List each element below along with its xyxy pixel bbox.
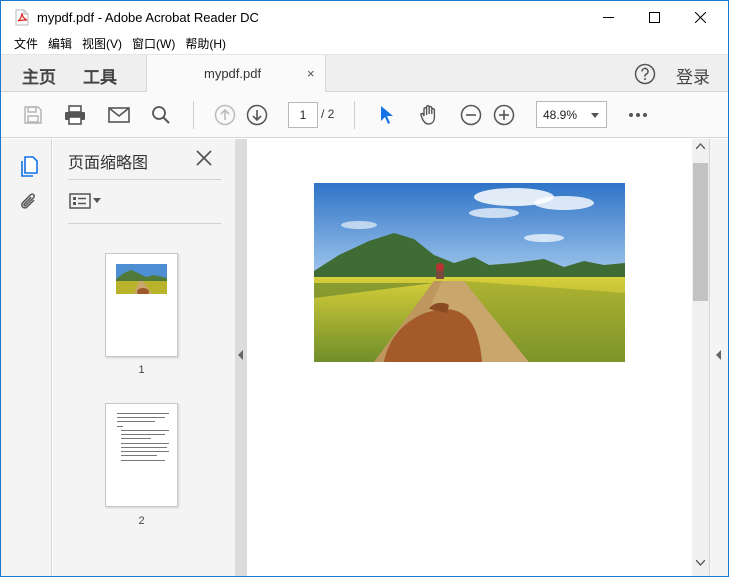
close-panel-icon[interactable] <box>195 149 213 167</box>
search-icon <box>152 106 170 124</box>
vertical-scrollbar[interactable] <box>692 139 709 576</box>
right-pane-toggle[interactable] <box>709 139 728 576</box>
close-tab-button[interactable]: × <box>307 66 315 81</box>
zoom-in-button[interactable] <box>492 103 516 127</box>
text-line <box>121 455 157 456</box>
navigation-rail <box>1 139 52 576</box>
minimize-icon <box>602 17 614 18</box>
select-icon <box>381 106 393 124</box>
toolbar-separator <box>354 101 355 129</box>
chevron-down-icon <box>591 113 599 118</box>
options-list-icon <box>69 193 91 209</box>
paperclip-icon <box>21 193 35 209</box>
zoom-select[interactable]: 48.9% <box>536 101 607 128</box>
page-thumbnails-button[interactable] <box>17 154 41 180</box>
expand-arrow-icon[interactable] <box>716 350 721 360</box>
menu-help[interactable]: 帮助(H) <box>180 34 231 54</box>
previous-page-button[interactable] <box>213 103 237 127</box>
toolbar: 1 / 2 48.9% <box>1 92 728 138</box>
maximize-button[interactable] <box>631 1 677 34</box>
text-line <box>121 438 151 439</box>
print-button[interactable] <box>63 103 87 127</box>
search-button[interactable] <box>149 103 173 127</box>
document-view[interactable] <box>247 139 692 576</box>
thumbnail-label: 1 <box>138 364 145 376</box>
panel-divider <box>68 179 221 180</box>
title-bar: mypdf.pdf - Adobe Acrobat Reader DC <box>1 1 728 34</box>
more-icon <box>629 113 647 117</box>
toolbar-separator <box>193 101 194 129</box>
menu-view[interactable]: 视图(V) <box>77 34 127 54</box>
scroll-up-icon[interactable] <box>696 143 705 149</box>
page-thumbnail-2[interactable] <box>105 403 178 507</box>
print-icon <box>65 105 85 125</box>
hand-tool-button[interactable] <box>417 103 441 127</box>
panel-splitter[interactable] <box>235 139 247 576</box>
login-link[interactable]: 登录 <box>676 63 710 88</box>
document-tab-label: mypdf.pdf <box>204 66 262 81</box>
panel-divider <box>68 223 221 224</box>
hand-icon <box>420 105 436 125</box>
more-tools-button[interactable] <box>626 103 650 127</box>
tab-bar: 主页 工具 mypdf.pdf × 登录 <box>1 55 728 92</box>
tab-tools[interactable]: 工具 <box>83 63 117 88</box>
page-thumbnail-1[interactable] <box>105 253 178 357</box>
save-button[interactable] <box>21 103 45 127</box>
text-line <box>117 413 169 414</box>
scroll-down-icon[interactable] <box>696 560 705 566</box>
mail-icon <box>108 107 130 123</box>
minimize-button[interactable] <box>585 1 631 34</box>
email-button[interactable] <box>107 103 131 127</box>
panel-title: 页面缩略图 <box>68 155 149 172</box>
text-line <box>117 421 155 422</box>
text-line <box>121 430 169 431</box>
page-number-input[interactable]: 1 <box>288 102 318 128</box>
page-up-icon <box>214 104 236 126</box>
zoom-value: 48.9% <box>543 108 578 122</box>
chevron-down-icon <box>93 198 101 203</box>
zoom-in-icon <box>493 104 515 126</box>
collapse-arrow-icon[interactable] <box>238 350 243 360</box>
thumbnails-panel: 页面缩略图 1 2 <box>53 139 235 576</box>
zoom-out-icon <box>460 104 482 126</box>
help-icon[interactable] <box>634 63 656 85</box>
document-photo <box>314 183 625 362</box>
thumbnail-label: 2 <box>138 515 145 527</box>
page-down-icon <box>246 104 268 126</box>
window-title: mypdf.pdf - Adobe Acrobat Reader DC <box>37 10 259 25</box>
next-page-button[interactable] <box>245 103 269 127</box>
pages-icon <box>21 156 38 177</box>
text-line <box>121 451 169 452</box>
close-icon <box>694 12 706 23</box>
save-icon <box>24 106 42 124</box>
maximize-icon <box>648 12 660 23</box>
close-window-button[interactable] <box>677 1 723 34</box>
menu-window[interactable]: 窗口(W) <box>127 34 180 54</box>
text-line <box>121 443 169 444</box>
select-tool-button[interactable] <box>374 103 398 127</box>
menu-file[interactable]: 文件 <box>9 34 43 54</box>
menu-bar: 文件 编辑 视图(V) 窗口(W) 帮助(H) <box>1 34 728 55</box>
thumbnail-photo <box>116 264 167 294</box>
text-line <box>121 434 165 435</box>
text-line <box>121 460 165 461</box>
page-total: / 2 <box>321 107 335 121</box>
menu-edit[interactable]: 编辑 <box>43 34 77 54</box>
pdf-file-icon <box>15 9 29 26</box>
text-line <box>117 417 165 418</box>
acrobat-window: mypdf.pdf - Adobe Acrobat Reader DC 文件 编… <box>0 0 729 577</box>
text-line <box>121 447 167 448</box>
scrollbar-thumb[interactable] <box>693 163 708 301</box>
tab-home[interactable]: 主页 <box>22 63 56 88</box>
text-line <box>117 426 123 427</box>
tab-document[interactable]: mypdf.pdf × <box>146 55 326 92</box>
zoom-out-button[interactable] <box>459 103 483 127</box>
attachments-button[interactable] <box>17 189 41 215</box>
thumbnail-options-button[interactable] <box>69 191 103 211</box>
